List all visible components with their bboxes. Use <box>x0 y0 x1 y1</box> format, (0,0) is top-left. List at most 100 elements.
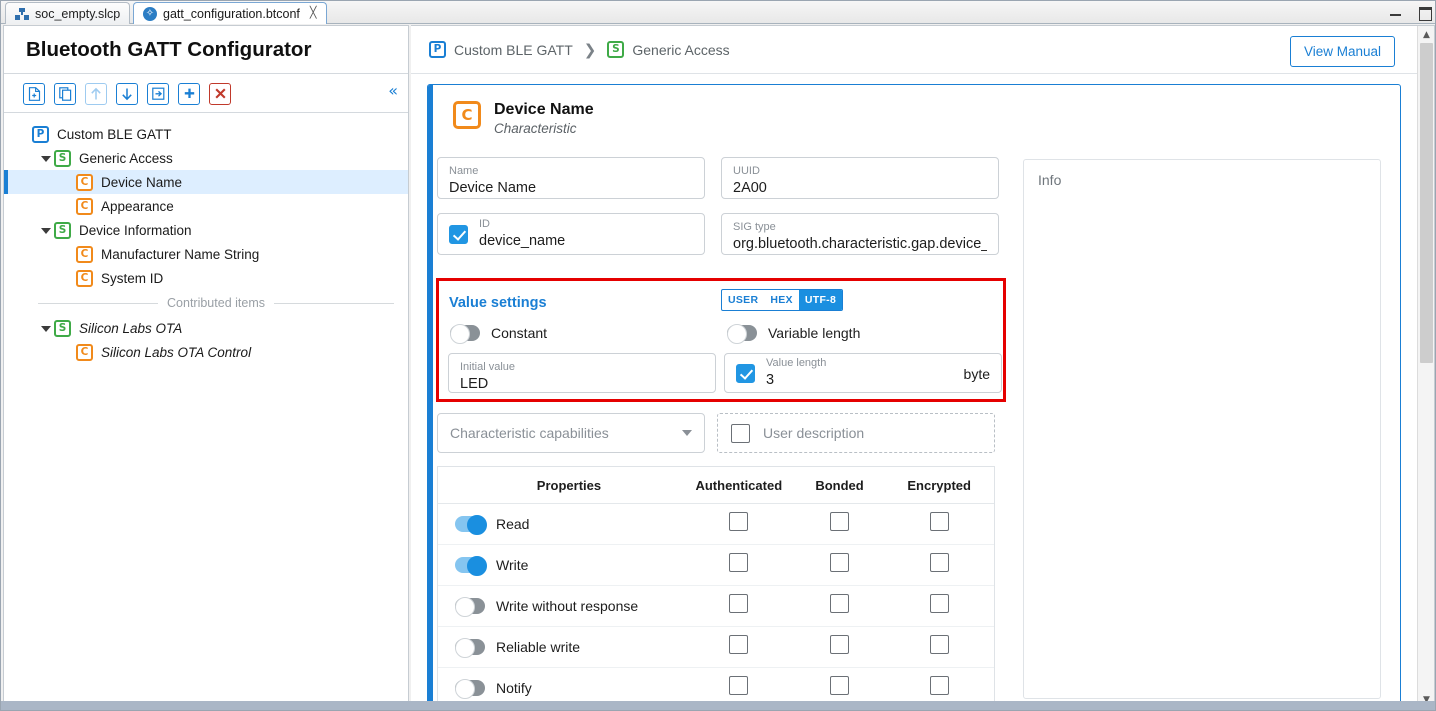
editor-scrollbar[interactable]: ▲ ▼ <box>1417 26 1434 708</box>
characteristic-subtitle: Characteristic <box>494 121 577 136</box>
tab-soc-empty[interactable]: soc_empty.slcp <box>5 2 131 24</box>
value-length-value: 3 <box>766 372 775 388</box>
view-manual-button[interactable]: View Manual <box>1289 36 1395 67</box>
new-file-icon[interactable] <box>23 82 45 105</box>
tree-item-label: Appearance <box>101 198 174 214</box>
authenticated-checkbox-reliable-write[interactable] <box>729 635 749 654</box>
variable-length-toggle[interactable] <box>727 324 757 344</box>
tree-item-label: Device Name <box>101 174 183 190</box>
bonded-checkbox-notify[interactable] <box>830 676 850 695</box>
encoding-option-utf8[interactable]: UTF-8 <box>798 290 843 310</box>
property-cell: Write without response <box>438 585 683 627</box>
tree-item-system-id[interactable]: C System ID <box>4 266 408 290</box>
tree-item-label: Silicon Labs OTA <box>79 320 183 336</box>
bonded-cell <box>794 544 885 586</box>
copy-icon[interactable] <box>54 82 76 105</box>
tree-item-device-information[interactable]: S Device Information <box>4 218 408 242</box>
encoding-option-hex[interactable]: HEX <box>764 290 799 310</box>
property-toggle-notify[interactable] <box>455 679 485 699</box>
property-toggle-reliable-write[interactable] <box>455 638 485 658</box>
tree-item-label: Silicon Labs OTA Control <box>101 344 252 360</box>
user-description-label: User description <box>763 425 865 441</box>
scrollbar-thumb[interactable] <box>1420 43 1433 363</box>
encrypted-checkbox-write[interactable] <box>929 553 949 572</box>
close-icon[interactable]: ╳ <box>310 8 317 19</box>
authenticated-checkbox-write-without-response[interactable] <box>729 594 749 613</box>
property-toggle-write-without-response[interactable] <box>455 597 485 617</box>
property-label: Notify <box>496 680 532 696</box>
tree-item-label: System ID <box>101 270 164 286</box>
sig-type-field[interactable]: SIG type org.bluetooth.characteristic.ga… <box>721 213 999 255</box>
bonded-checkbox-write-without-response[interactable] <box>830 594 850 613</box>
tree-item-manufacturer-name-string[interactable]: C Manufacturer Name String <box>4 242 408 266</box>
encrypted-cell <box>884 544 994 586</box>
breadcrumb-item-generic-access[interactable]: S Generic Access <box>607 41 730 58</box>
initial-value-field[interactable]: Initial value LED <box>448 353 716 393</box>
chevron-down-icon[interactable] <box>40 224 52 236</box>
constant-toggle[interactable] <box>450 324 480 344</box>
bonded-checkbox-write[interactable] <box>830 553 850 572</box>
bonded-checkbox-read[interactable] <box>830 512 850 531</box>
encrypted-cell <box>884 585 994 627</box>
encrypted-checkbox-write-without-response[interactable] <box>929 594 949 613</box>
authenticated-checkbox-notify[interactable] <box>729 676 749 695</box>
uuid-field-label: UUID <box>733 165 760 177</box>
tree-item-appearance[interactable]: C Appearance <box>4 194 408 218</box>
user-description-checkbox[interactable] <box>731 423 750 443</box>
breadcrumb-separator-icon: ❯ <box>583 40 597 59</box>
tab-gatt-configuration[interactable]: ✧ gatt_configuration.btconf ╳ <box>133 2 327 24</box>
encoding-selector[interactable]: USER HEX UTF-8 <box>721 289 844 311</box>
encrypted-checkbox-read[interactable] <box>929 512 949 531</box>
tree-item-custom-ble-gatt[interactable]: P Custom BLE GATT <box>4 122 408 146</box>
service-badge-icon: S <box>607 41 625 58</box>
characteristic-capabilities-select[interactable]: Characteristic capabilities <box>437 413 705 453</box>
encoding-option-user[interactable]: USER <box>722 290 764 310</box>
initial-value-label: Initial value <box>460 361 516 373</box>
gatt-tree: P Custom BLE GATT S Generic Access C Device N… <box>4 114 408 708</box>
value-length-label: Value length <box>766 357 827 369</box>
authenticated-cell <box>682 585 795 627</box>
chevron-down-icon[interactable] <box>40 322 52 334</box>
property-toggle-write[interactable] <box>455 556 487 576</box>
id-checkbox[interactable] <box>449 225 468 244</box>
tree-item-silicon-labs-ota-control[interactable]: C Silicon Labs OTA Control <box>4 340 408 364</box>
service-badge-icon: S <box>54 221 71 239</box>
authenticated-checkbox-read[interactable] <box>729 512 749 531</box>
characteristic-title: Device Name <box>494 101 594 118</box>
tree-item-generic-access[interactable]: S Generic Access <box>4 146 408 170</box>
col-bonded: Bonded <box>794 467 885 504</box>
user-description-box[interactable]: User description <box>717 413 995 453</box>
sig-type-label: SIG type <box>733 221 776 233</box>
close-x-icon[interactable] <box>209 82 231 105</box>
value-length-checkbox[interactable] <box>736 364 755 383</box>
collapse-panel-button[interactable]: « <box>388 83 398 99</box>
chevron-down-icon[interactable] <box>40 152 52 164</box>
encrypted-checkbox-notify[interactable] <box>929 676 949 695</box>
page-title: Bluetooth GATT Configurator <box>4 26 408 74</box>
maximize-icon[interactable] <box>1418 6 1432 21</box>
authenticated-cell <box>682 626 795 668</box>
arrow-up-icon[interactable] <box>85 82 107 105</box>
bonded-cell <box>794 626 885 668</box>
table-header-row: Properties Authenticated Bonded Encrypte… <box>438 467 994 504</box>
scroll-up-icon[interactable]: ▲ <box>1418 26 1435 43</box>
name-field[interactable]: Name Device Name <box>437 157 705 199</box>
minimize-icon[interactable] <box>1389 6 1402 19</box>
uuid-field[interactable]: UUID 2A00 <box>721 157 999 199</box>
plus-icon[interactable] <box>178 82 200 105</box>
breadcrumb-item-custom-ble-gatt[interactable]: P Custom BLE GATT <box>429 41 573 58</box>
bonded-cell <box>794 585 885 627</box>
arrow-down-icon[interactable] <box>116 82 138 105</box>
import-icon[interactable] <box>147 82 169 105</box>
constant-label: Constant <box>491 325 548 341</box>
tree-item-device-name[interactable]: C Device Name <box>4 170 408 194</box>
bonded-checkbox-reliable-write[interactable] <box>830 635 850 654</box>
property-toggle-read[interactable] <box>455 515 487 535</box>
value-length-field[interactable]: Value length 3 byte <box>724 353 1002 393</box>
col-encrypted: Encrypted <box>884 467 994 504</box>
id-field[interactable]: ID device_name <box>437 213 705 255</box>
authenticated-checkbox-write[interactable] <box>729 553 749 572</box>
tree-item-silicon-labs-ota[interactable]: S Silicon Labs OTA <box>4 316 408 340</box>
encrypted-checkbox-reliable-write[interactable] <box>929 635 949 654</box>
